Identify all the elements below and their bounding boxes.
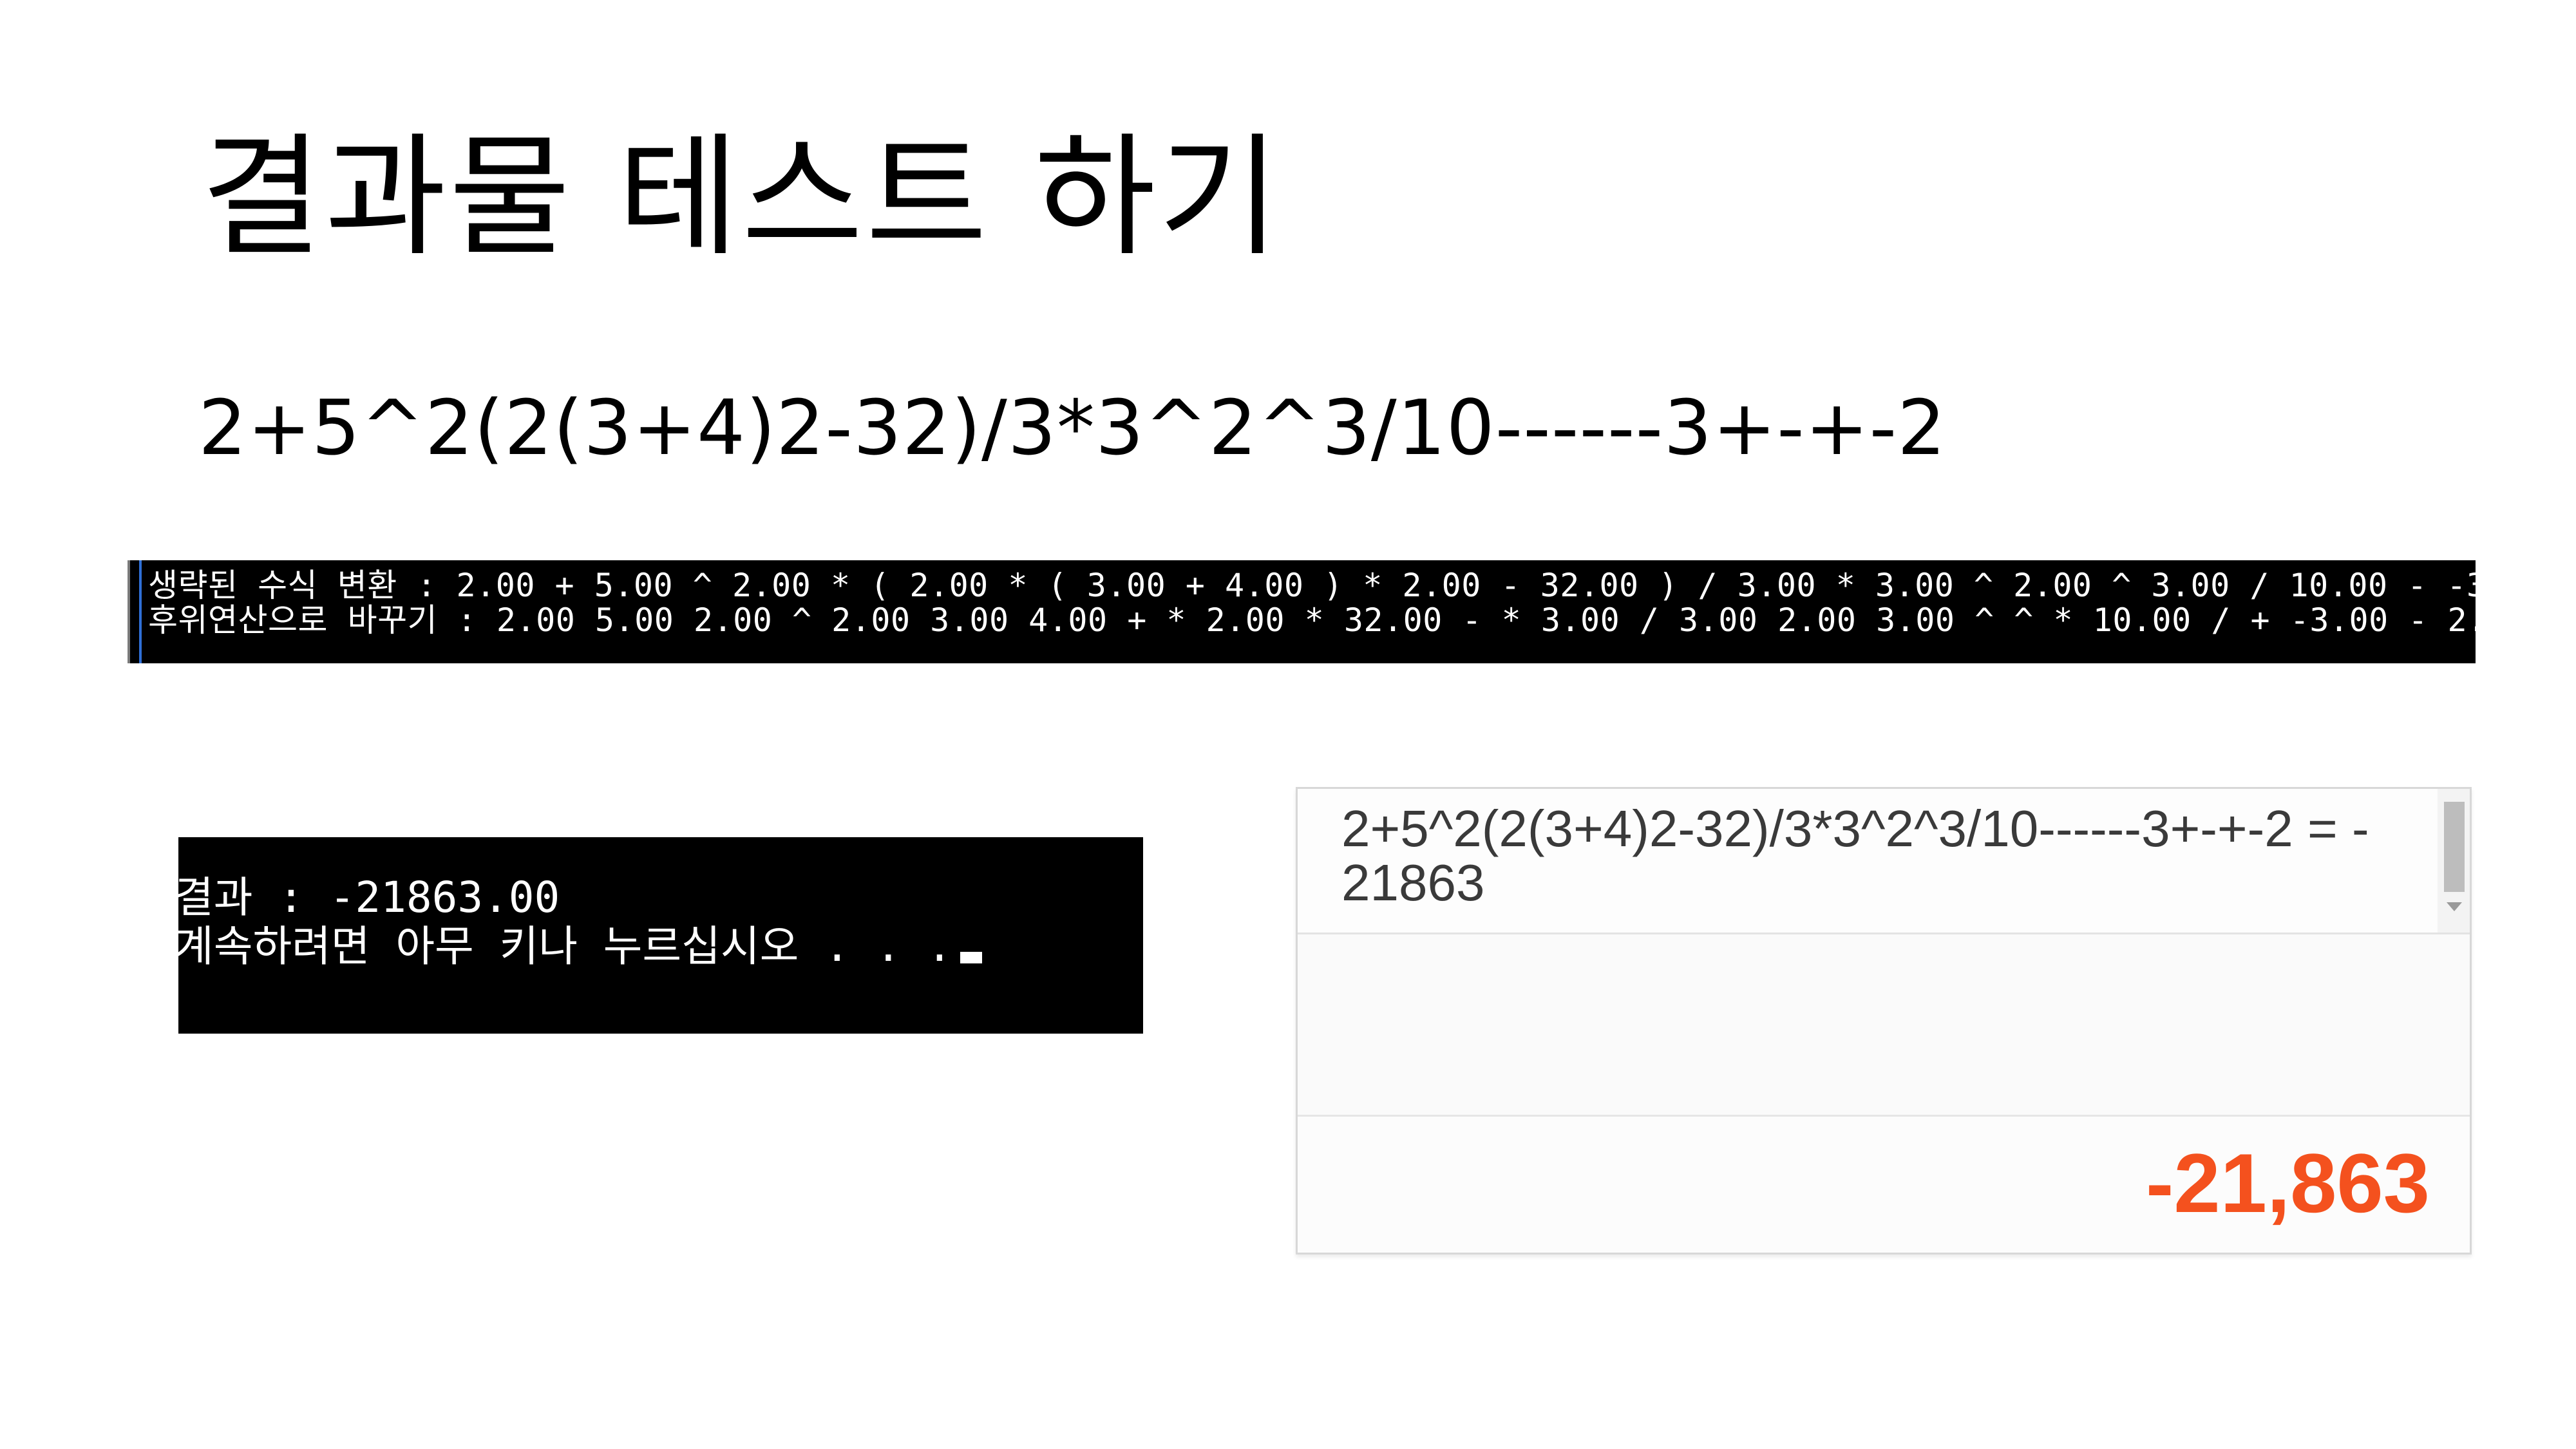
calculator-expression: 2+5^2(2(3+4)2-32)/3*3^2^3/10------3+-+-2… [1341,800,2369,911]
result-console-window: 결과 : -21863.00 계속하려면 아무 키나 누르십시오 . . . [178,837,1143,1034]
console-line-postfix: 후위연산으로 바꾸기 : 2.00 5.00 2.00 ^ 2.00 3.00 … [148,601,2476,639]
console-output-strip: 생략된 수식 변환 : 2.00 + 5.00 ^ 2.00 * ( 2.00 … [128,560,2476,663]
calculator-panel: 2+5^2(2(3+4)2-32)/3*3^2^3/10------3+-+-2… [1296,787,2472,1255]
scroll-down-arrow-icon[interactable] [2447,902,2462,911]
scrollbar-thumb[interactable] [2444,802,2465,892]
calculator-blank-area [1298,934,2470,1117]
calculator-scrollbar[interactable] [2438,789,2470,933]
slide-title: 결과물 테스트 하기 [201,121,1283,274]
result-line: 결과 : -21863.00 [178,873,560,922]
console-accent-bar [139,560,142,663]
calculator-expression-area[interactable]: 2+5^2(2(3+4)2-32)/3*3^2^3/10------3+-+-2… [1298,789,2470,934]
calculator-result-area: -21,863 [1298,1117,2470,1253]
console-line-converted-expression: 생략된 수식 변환 : 2.00 + 5.00 ^ 2.00 * ( 2.00 … [148,567,2476,604]
test-expression: 2+5^2(2(3+4)2-32)/3*3^2^3/10------3+-+-2 [198,383,1947,472]
calculator-result: -21,863 [2146,1136,2430,1230]
continue-prompt-line: 계속하려면 아무 키나 누르십시오 . . . [178,922,982,971]
text-cursor [960,952,982,963]
continue-prompt-text: 계속하려면 아무 키나 누르십시오 . . . [178,922,952,971]
slide: 결과물 테스트 하기 2+5^2(2(3+4)2-32)/3*3^2^3/10-… [0,0,2576,1449]
